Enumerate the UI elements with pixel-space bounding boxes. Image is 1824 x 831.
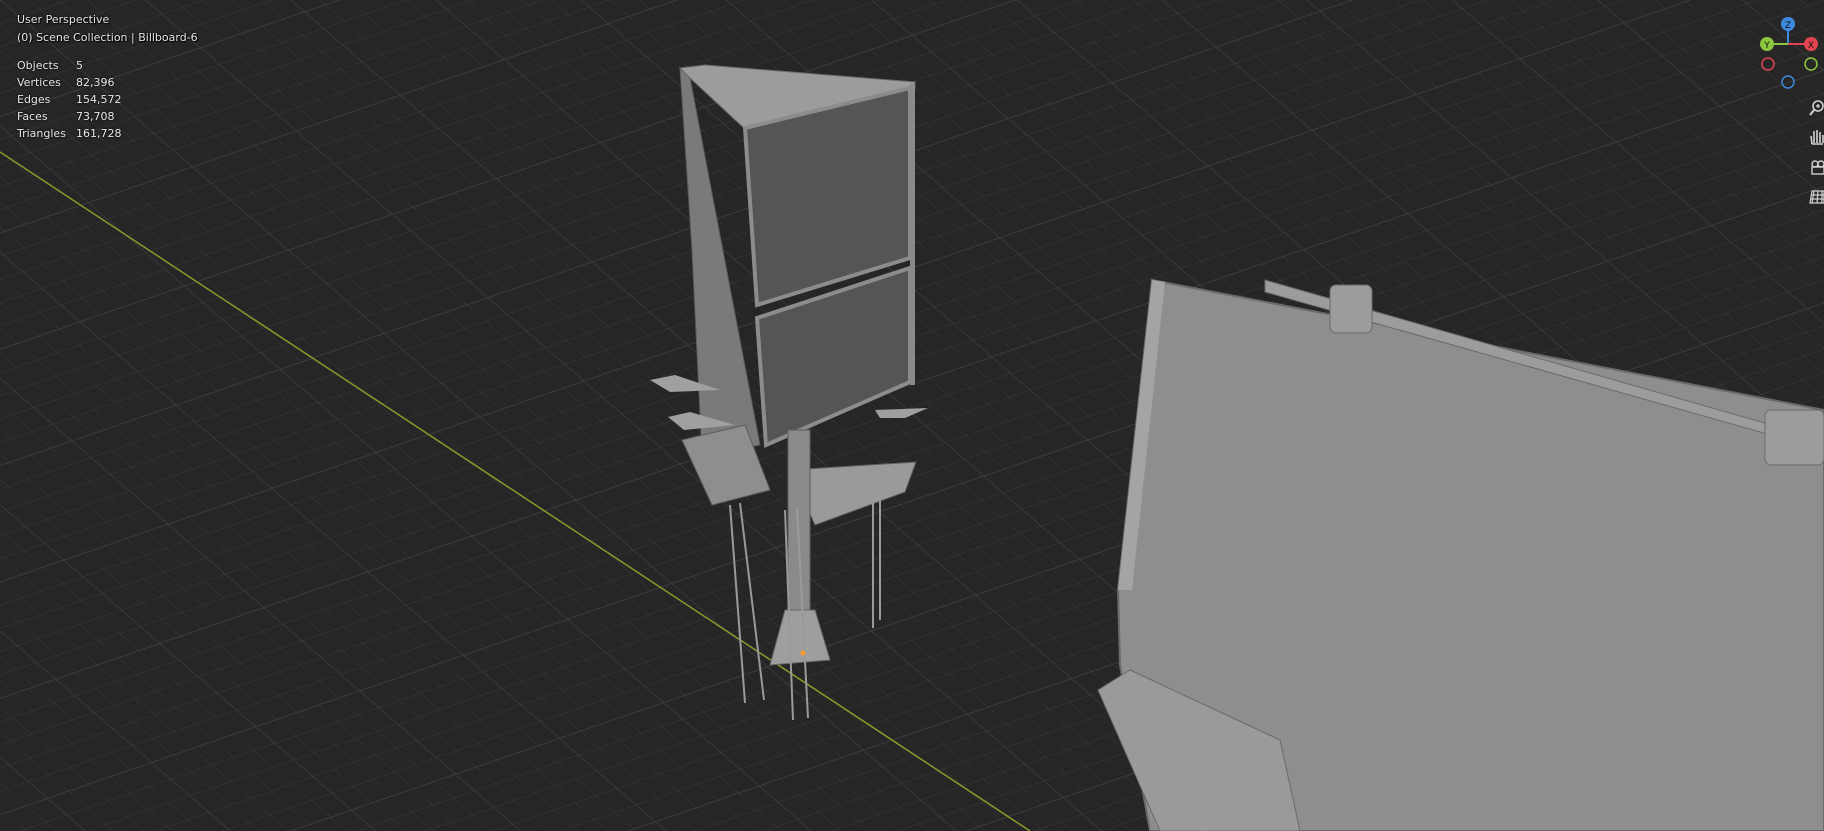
3d-viewport[interactable]: [0, 0, 1824, 831]
zoom-icon[interactable]: [1808, 98, 1824, 118]
object-origin-dot: [800, 650, 806, 656]
billboard-lamp-left: [1329, 284, 1373, 334]
camera-icon[interactable]: [1808, 157, 1824, 177]
stat-value: 73,708: [76, 110, 115, 123]
scene-collection-label: (0) Scene Collection | Billboard-6: [17, 31, 198, 44]
grid-perspective-icon[interactable]: [1808, 187, 1824, 207]
gizmo-neg-y-axis[interactable]: [1804, 57, 1818, 71]
gizmo-z-axis[interactable]: Z: [1781, 17, 1795, 31]
gizmo-y-axis[interactable]: Y: [1760, 37, 1774, 51]
navigation-gizmo[interactable]: Z Y X: [1752, 10, 1824, 94]
stat-value: 161,728: [76, 127, 122, 140]
hand-pan-icon[interactable]: [1808, 127, 1824, 147]
gizmo-y-label: Y: [1763, 41, 1770, 51]
stat-value: 5: [76, 59, 83, 72]
gizmo-neg-z-axis[interactable]: [1781, 75, 1795, 89]
stat-label: Edges: [17, 93, 51, 106]
gizmo-z-label: Z: [1785, 21, 1791, 31]
stat-label: Triangles: [17, 127, 66, 140]
gizmo-x-axis[interactable]: X: [1804, 37, 1818, 51]
stat-value: 154,572: [76, 93, 122, 106]
stat-label: Vertices: [17, 76, 61, 89]
stat-value: 82,396: [76, 76, 115, 89]
gizmo-x-label: X: [1808, 41, 1814, 51]
tower-right-frame: [910, 84, 915, 385]
view-name-label: User Perspective: [17, 13, 110, 26]
stat-label: Objects: [17, 59, 59, 72]
billboard-lamp-right: [1764, 409, 1824, 466]
gizmo-neg-x-axis[interactable]: [1761, 57, 1775, 71]
stat-label: Faces: [17, 110, 48, 123]
